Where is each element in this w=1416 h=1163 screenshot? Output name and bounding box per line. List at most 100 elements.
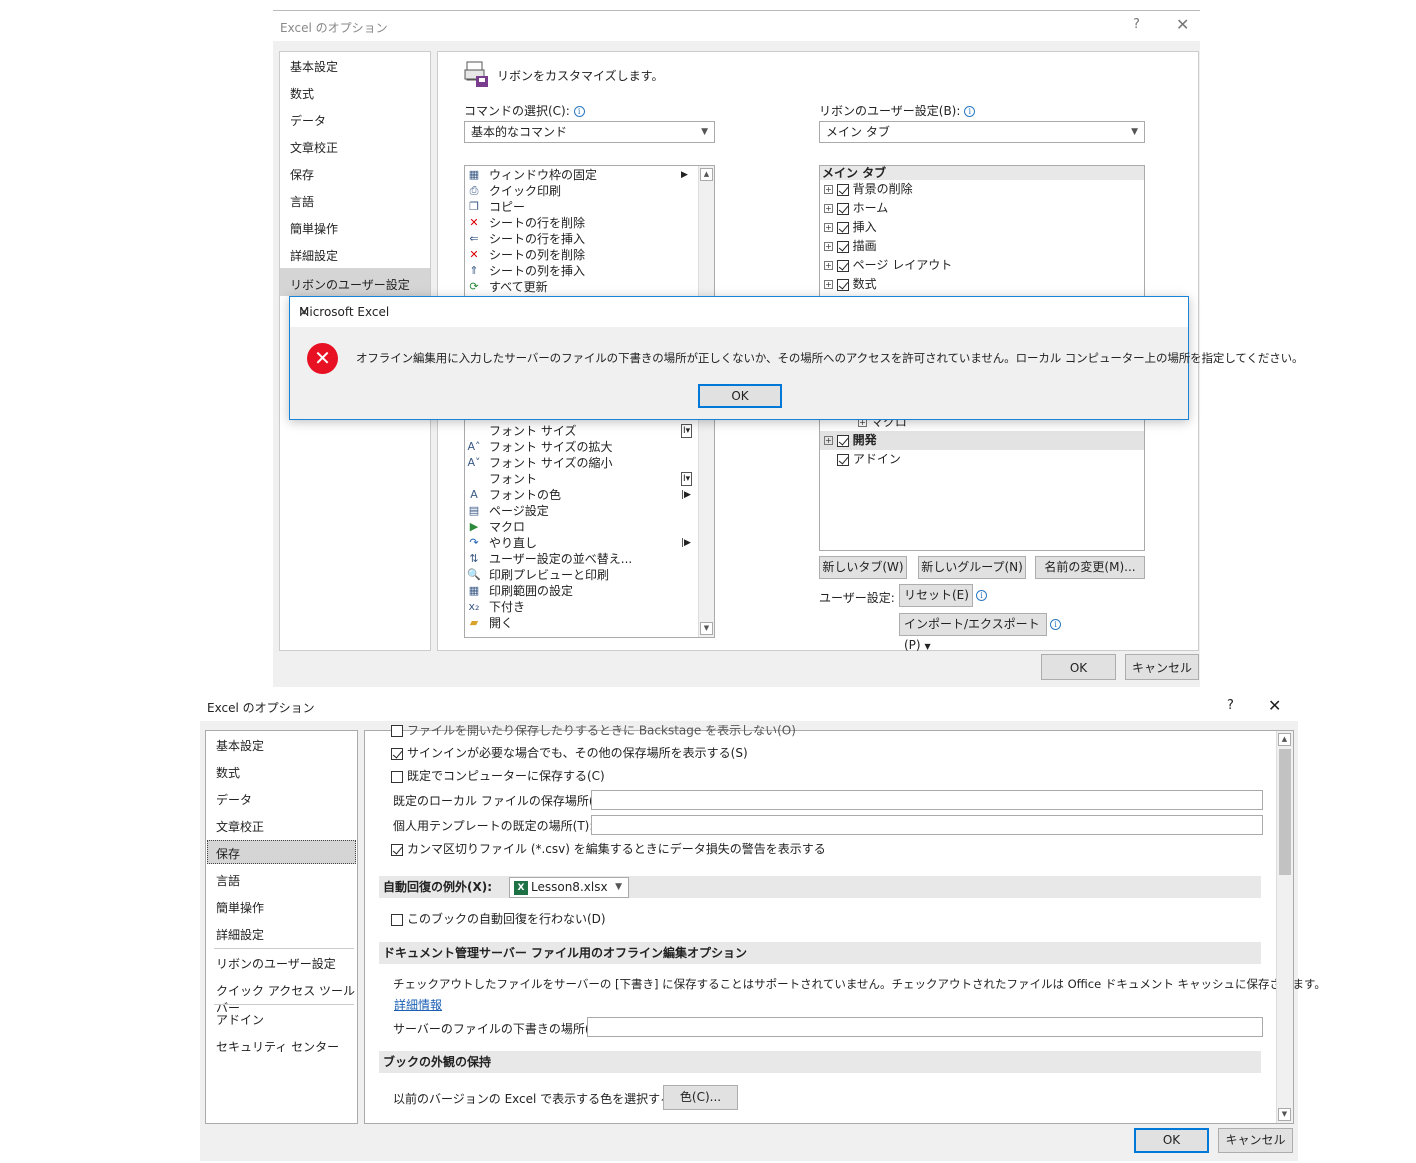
tree-item-insert[interactable]: + 挿入 [824,219,877,235]
checkbox-checked[interactable] [836,183,849,196]
colors-button[interactable]: 色(C)... [663,1085,738,1110]
checkbox-checked[interactable] [391,843,403,856]
list-item[interactable]: フォント サイズ I▾ [465,423,695,439]
help-icon[interactable]: ? [1133,17,1140,32]
checkbox-checked[interactable] [836,434,849,447]
more-info-link[interactable]: 詳細情報 [394,996,442,1013]
option-show-additional-places[interactable]: サインインが必要な場合でも、その他の保存場所を表示する(S) [391,744,748,761]
list-item[interactable]: ▶ マクロ [465,519,695,535]
sidebar-item-accessibility[interactable]: 簡単操作 [216,899,264,916]
list-item[interactable]: ⇐ シートの行を挿入 [465,231,695,247]
list-item[interactable]: ⇑ シートの列を挿入 [465,263,695,279]
commands-select[interactable]: 基本的なコマンド ▼ [464,121,715,143]
tree-item-addins[interactable]: アドイン [837,451,901,467]
tree-item-draw[interactable]: + 描画 [824,238,877,254]
personal-templates-input[interactable] [591,815,1263,835]
sidebar-item-addins[interactable]: アドイン [216,1011,264,1028]
list-item[interactable]: A˅ フォント サイズの縮小 [465,455,695,471]
list-item[interactable]: ✕ シートの行を削除 [465,215,695,231]
list-item[interactable]: ↷ やり直し |▶ [465,535,695,551]
scroll-up-icon[interactable]: ▲ [700,168,713,181]
sidebar-item-save[interactable]: 保存 [290,166,314,183]
sidebar-item-language[interactable]: 言語 [290,193,314,210]
checkbox-checked[interactable] [836,259,849,272]
expand-icon[interactable]: + [824,280,833,289]
scrollbar-thumb[interactable] [1279,749,1291,875]
expand-icon[interactable]: + [824,261,833,270]
tree-item-page-layout[interactable]: + ページ レイアウト [824,257,952,273]
checkbox-checked[interactable] [391,747,403,760]
checkbox[interactable] [391,913,403,926]
scroll-up-icon[interactable]: ▲ [1278,733,1291,746]
option-save-to-computer[interactable]: 既定でコンピューターに保存する(C) [391,767,605,784]
message-ok-button[interactable]: OK [698,384,782,408]
help-icon[interactable]: ? [1227,698,1234,713]
list-item[interactable]: x₂ 下付き [465,599,695,615]
import-export-dropdown[interactable]: インポート/エクスポート(P) ▼ [899,613,1047,652]
list-item[interactable]: ⎙ クイック印刷 [465,183,695,199]
checkbox-checked[interactable] [836,278,849,291]
autorecover-workbook-select[interactable]: X Lesson8.xlsx ▼ [509,877,629,898]
list-item[interactable]: A˄ フォント サイズの拡大 [465,439,695,455]
options-scrollbar[interactable]: ▲ ▼ [1276,731,1293,1123]
expand-icon[interactable]: + [824,436,833,445]
expand-icon[interactable]: + [824,242,833,251]
expand-icon[interactable]: + [824,185,833,194]
checkbox[interactable] [391,725,403,737]
checkbox-checked[interactable] [836,240,849,253]
server-drafts-location-input[interactable] [587,1017,1263,1037]
cancel-button[interactable]: キャンセル [1125,654,1199,680]
list-item[interactable]: ▤ ページ設定 [465,503,695,519]
scroll-down-icon[interactable]: ▼ [700,622,713,635]
ok-button[interactable]: OK [1134,1128,1209,1153]
checkbox[interactable] [391,770,403,783]
sidebar-item-general[interactable]: 基本設定 [216,737,264,754]
default-local-location-input[interactable] [591,790,1263,810]
checkbox-checked[interactable] [837,453,849,466]
close-icon[interactable]: ✕ [299,305,1179,319]
scroll-down-icon[interactable]: ▼ [1278,1108,1291,1121]
reset-dropdown[interactable]: リセット(E) ▼ [899,584,973,622]
sidebar-item-customize-ribbon[interactable]: リボンのユーザー設定 [216,955,336,972]
list-item[interactable]: ❐ コピー [465,199,695,215]
new-tab-button[interactable]: 新しいタブ(W) [819,556,907,579]
list-item[interactable]: フォント I▾ [465,471,695,487]
list-item[interactable]: ▦ 印刷範囲の設定 [465,583,695,599]
sidebar-item-formulas[interactable]: 数式 [216,764,240,781]
expand-icon[interactable]: + [824,223,833,232]
list-item[interactable]: 🔍 印刷プレビューと印刷 [465,567,695,583]
sidebar-item-formulas[interactable]: 数式 [290,85,314,102]
list-item[interactable]: ▰ 開く [465,615,695,631]
sidebar-item-customize-ribbon[interactable]: リボンのユーザー設定 [290,276,410,293]
sidebar-item-general[interactable]: 基本設定 [290,58,338,75]
ribbon-select[interactable]: メイン タブ ▼ [819,121,1145,143]
list-item[interactable]: A フォントの色 |▶ [465,487,695,503]
tree-item-formulas[interactable]: + 数式 [824,276,877,292]
sidebar-item-advanced[interactable]: 詳細設定 [290,247,338,264]
list-item[interactable]: ⇅ ユーザー設定の並べ替え... [465,551,695,567]
sidebar-item-save[interactable]: 保存 [216,845,240,862]
option-disable-autorecover[interactable]: このブックの自動回復を行わない(D) [391,910,606,927]
sidebar-item-accessibility[interactable]: 簡単操作 [290,220,338,237]
sidebar-item-data[interactable]: データ [216,791,252,808]
sidebar-item-proofing[interactable]: 文章校正 [290,139,338,156]
sidebar-item-proofing[interactable]: 文章校正 [216,818,264,835]
checkbox-checked[interactable] [836,202,849,215]
sidebar-item-trust-center[interactable]: セキュリティ センター [216,1038,339,1055]
checkbox-checked[interactable] [836,221,849,234]
expand-icon[interactable]: + [824,204,833,213]
rename-button[interactable]: 名前の変更(M)... [1035,556,1145,579]
tree-item-background-removal[interactable]: + 背景の削除 [824,181,913,197]
tree-item-developer[interactable]: + 開発 [820,431,1144,450]
sidebar-item-language[interactable]: 言語 [216,872,240,889]
option-csv-warning[interactable]: カンマ区切りファイル (*.csv) を編集するときにデータ損失の警告を表示する [391,840,826,857]
tree-item-home[interactable]: + ホーム [824,200,888,216]
ok-button[interactable]: OK [1041,654,1116,680]
close-icon[interactable]: ✕ [1176,15,1189,34]
sidebar-item-advanced[interactable]: 詳細設定 [216,926,264,943]
list-item[interactable]: ✕ シートの列を削除 [465,247,695,263]
cancel-button[interactable]: キャンセル [1218,1128,1293,1153]
sidebar-item-data[interactable]: データ [290,112,326,129]
option-hide-backstage-partial[interactable]: ファイルを開いたり保存したりするときに Backstage を表示しない(O) [391,725,796,737]
list-item[interactable]: ▦ ウィンドウ枠の固定 ▶ [465,167,695,183]
